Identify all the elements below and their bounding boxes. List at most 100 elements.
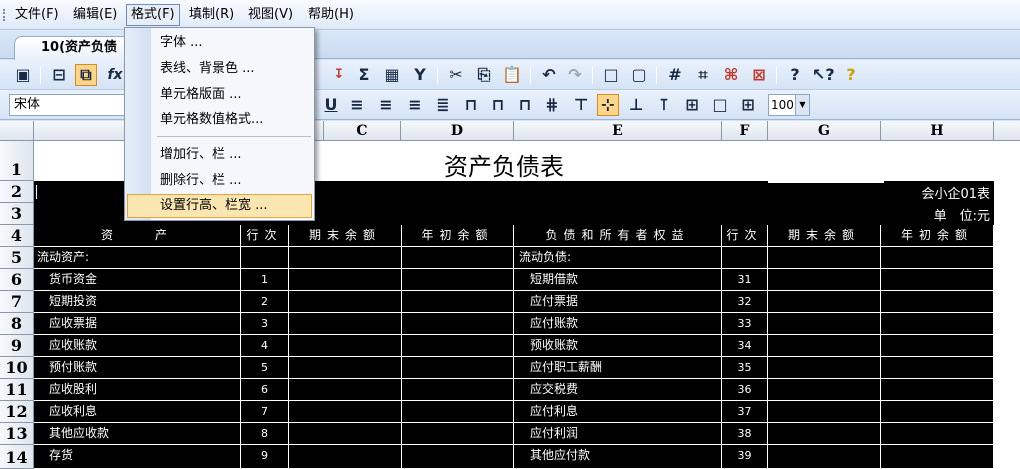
empty-cell[interactable] — [289, 247, 402, 269]
asset-line-cell[interactable]: 2 — [241, 291, 289, 313]
asset-opening-balance-cell[interactable] — [402, 401, 514, 423]
liability-line-cell[interactable]: 34 — [722, 335, 768, 357]
row-header-11[interactable]: 11 — [0, 379, 34, 401]
asset-name-cell[interactable]: 货币资金 — [34, 269, 241, 291]
liability-opening-balance-cell[interactable] — [881, 423, 994, 445]
asset-name-cell[interactable]: 应收票据 — [34, 313, 241, 335]
liability-name-cell[interactable]: 应付利润 — [514, 423, 722, 445]
liability-line-cell[interactable]: 35 — [722, 357, 768, 379]
menu-item-lines-background[interactable]: 表线、背景色 ... — [127, 57, 312, 81]
clear-grid-icon[interactable]: ⌘ — [720, 64, 742, 86]
asset-name-cell[interactable]: 应收账款 — [34, 335, 241, 357]
copy-icon[interactable]: ⎘ — [473, 64, 495, 86]
help-icon[interactable]: ? — [840, 64, 862, 86]
asset-line-cell[interactable]: 9 — [241, 445, 289, 469]
asset-ending-balance-cell[interactable] — [289, 335, 402, 357]
column-header-f[interactable]: F — [722, 121, 768, 141]
underline-icon[interactable]: U — [320, 94, 342, 116]
liability-opening-balance-cell[interactable] — [881, 291, 994, 313]
column-header-c[interactable]: C — [324, 121, 401, 141]
liability-opening-balance-cell[interactable] — [881, 379, 994, 401]
row-header-6[interactable]: 6 — [0, 269, 34, 291]
asset-ending-balance-cell[interactable] — [289, 423, 402, 445]
liability-ending-balance-cell[interactable] — [768, 335, 881, 357]
liability-line-cell[interactable]: 32 — [722, 291, 768, 313]
menu-item-font[interactable]: 字体 ... — [127, 31, 312, 55]
section-label-cell[interactable]: 流动资产: — [34, 247, 241, 269]
menu-item-cell-layout[interactable]: 单元格版面 ... — [127, 83, 312, 107]
menu-item-row-height-col-width[interactable]: 设置行高、栏宽 ... — [127, 194, 312, 218]
row-header-1[interactable]: 1 — [0, 141, 34, 181]
empty-cell[interactable] — [402, 247, 514, 269]
row-header-14[interactable]: 14 — [0, 445, 34, 469]
merge-cells-icon[interactable]: ⊞ — [681, 94, 703, 116]
section-label-cell[interactable]: 流动负债: — [514, 247, 722, 269]
liability-ending-balance-cell[interactable] — [768, 313, 881, 335]
liability-opening-balance-cell[interactable] — [881, 335, 994, 357]
save-icon[interactable]: ▣ — [12, 64, 34, 86]
help-topics-icon[interactable]: ? — [784, 64, 806, 86]
row-header-3[interactable]: 3 — [0, 203, 34, 225]
row-header-10[interactable]: 10 — [0, 357, 34, 379]
asset-ending-balance-cell[interactable] — [289, 357, 402, 379]
asset-line-cell[interactable]: 1 — [241, 269, 289, 291]
liability-name-cell[interactable]: 应付职工薪酬 — [514, 357, 722, 379]
grid-icon[interactable]: # — [664, 64, 686, 86]
split-cells-icon[interactable]: ⊞ — [737, 94, 759, 116]
menu-item-cell-number-format[interactable]: 单元格数值格式... — [127, 108, 312, 132]
asset-opening-balance-cell[interactable] — [402, 335, 514, 357]
empty-cell[interactable] — [241, 247, 289, 269]
asset-opening-balance-cell[interactable] — [402, 313, 514, 335]
column-header-h[interactable]: H — [881, 121, 994, 141]
asset-name-cell[interactable]: 预付账款 — [34, 357, 241, 379]
sum-icon[interactable]: Σ — [353, 64, 375, 86]
asset-line-cell[interactable]: 7 — [241, 401, 289, 423]
empty-cell[interactable] — [768, 247, 881, 269]
column-heading-cell[interactable]: 年初余额 — [881, 225, 994, 247]
vertical-distribute-icon[interactable]: ⋕ — [541, 94, 563, 116]
liability-line-cell[interactable]: 31 — [722, 269, 768, 291]
liability-name-cell[interactable]: 应付利息 — [514, 401, 722, 423]
asset-opening-balance-cell[interactable] — [402, 445, 514, 469]
column-heading-cell[interactable]: 期末余额 — [289, 225, 402, 247]
delete-grid-icon[interactable]: ⊠ — [748, 64, 770, 86]
redo-icon[interactable]: ↷ — [564, 64, 586, 86]
box-border-icon[interactable]: □ — [709, 94, 731, 116]
row-header-13[interactable]: 13 — [0, 423, 34, 445]
asset-opening-balance-cell[interactable] — [402, 379, 514, 401]
asset-ending-balance-cell[interactable] — [289, 269, 402, 291]
fx-icon[interactable]: fx — [104, 64, 126, 86]
liability-line-cell[interactable]: 36 — [722, 379, 768, 401]
asset-line-cell[interactable]: 5 — [241, 357, 289, 379]
row-header-7[interactable]: 7 — [0, 291, 34, 313]
liability-ending-balance-cell[interactable] — [768, 445, 881, 469]
empty-cell[interactable] — [881, 247, 994, 269]
liability-name-cell[interactable]: 其他应付款 — [514, 445, 722, 469]
asset-opening-balance-cell[interactable] — [402, 291, 514, 313]
menu-item-insert-row-col[interactable]: 增加行、栏 ... — [127, 143, 312, 167]
liability-ending-balance-cell[interactable] — [768, 357, 881, 379]
align-bottom-icon[interactable]: ⊓ — [514, 94, 536, 116]
chevron-down-icon[interactable]: ▼ — [795, 95, 809, 115]
align-middle-icon[interactable]: ⊓ — [487, 94, 509, 116]
select-all-corner[interactable] — [0, 121, 34, 141]
menu-format[interactable]: 格式(F) — [126, 4, 180, 26]
column-header-g[interactable]: G — [768, 121, 881, 141]
liability-ending-balance-cell[interactable] — [768, 379, 881, 401]
liability-name-cell[interactable]: 预收账款 — [514, 335, 722, 357]
liability-name-cell[interactable]: 应付票据 — [514, 291, 722, 313]
align-top-icon[interactable]: ⊓ — [460, 94, 482, 116]
asset-opening-balance-cell[interactable] — [402, 269, 514, 291]
asset-line-cell[interactable]: 8 — [241, 423, 289, 445]
align-center-icon[interactable]: ≡ — [375, 94, 397, 116]
center-vertical-icon[interactable]: ⊹ — [597, 94, 619, 116]
border-icon[interactable]: □ — [600, 64, 622, 86]
liability-ending-balance-cell[interactable] — [768, 291, 881, 313]
asset-line-cell[interactable]: 4 — [241, 335, 289, 357]
row-header-12[interactable]: 12 — [0, 401, 34, 423]
row-header-4[interactable]: 4 — [0, 225, 34, 247]
liability-opening-balance-cell[interactable] — [881, 445, 994, 469]
column-heading-cell[interactable]: 资 产 — [34, 225, 241, 247]
liability-opening-balance-cell[interactable] — [881, 269, 994, 291]
liability-name-cell[interactable]: 短期借款 — [514, 269, 722, 291]
